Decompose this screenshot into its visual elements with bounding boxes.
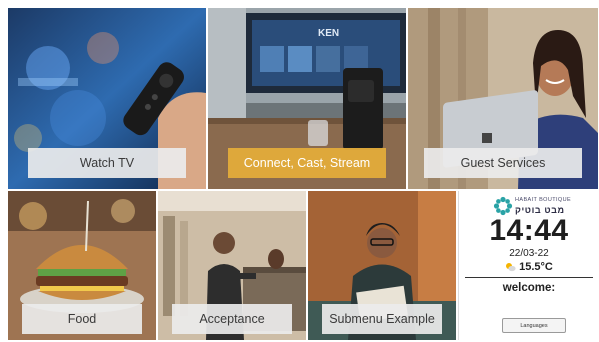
tile-label: Acceptance [172,304,292,334]
tv-screen-text: KEN [318,28,339,39]
welcome-text: welcome: [502,282,556,294]
partly-sunny-icon [506,263,516,272]
temperature: 15.5°C [519,261,553,273]
weather: 15.5°C [459,261,599,273]
tile-label: Watch TV [28,148,186,178]
languages-button[interactable]: Languages [502,318,566,333]
tile-label: Submenu Example [322,304,442,334]
divider [465,277,593,278]
tile-submenu-example[interactable]: Submenu Example [308,191,456,340]
info-panel: HABAIT BOUTIQUE מבט בוטיק 14:44 22/03-22… [458,191,599,340]
tile-label: Guest Services [424,148,582,178]
tile-label: Food [22,304,142,334]
clock-date: 22/03-22 [509,248,549,259]
clock-time: 14:44 [489,214,569,247]
tile-label: Connect, Cast, Stream [228,148,386,178]
tile-watch-tv[interactable]: Watch TV [8,8,206,189]
tile-acceptance[interactable]: Acceptance [158,191,306,340]
tile-guest-services[interactable]: Guest Services [408,8,598,189]
tile-connect-cast-stream[interactable]: KEN Connect, Cast, Stream [208,8,406,189]
logo-small-text: HABAIT BOUTIQUE [515,197,572,203]
tile-food[interactable]: Food [8,191,156,340]
flower-logo-icon [493,196,513,216]
